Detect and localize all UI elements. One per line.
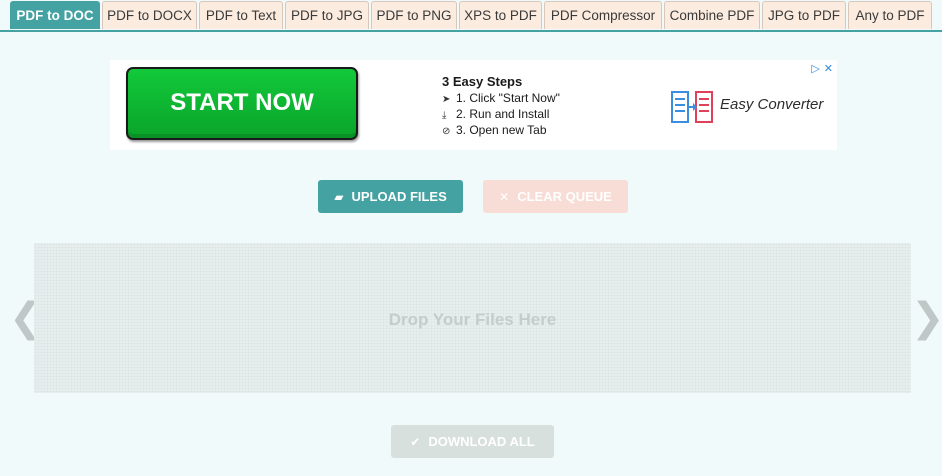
dropzone-text: Drop Your Files Here bbox=[388, 310, 557, 329]
tab-bar: PDF to DOC PDF to DOCX PDF to Text PDF t… bbox=[0, 0, 942, 32]
tab-pdf-to-png[interactable]: PDF to PNG bbox=[371, 1, 457, 29]
tab-pdf-to-docx[interactable]: PDF to DOCX bbox=[102, 1, 197, 29]
ad-choices-icon[interactable]: ▷ bbox=[811, 62, 819, 75]
ad-choices[interactable]: ▷ ✕ bbox=[807, 62, 833, 75]
tab-jpg-to-pdf[interactable]: JPG to PDF bbox=[762, 1, 846, 29]
ad-steps-title: 3 Easy Steps bbox=[442, 74, 523, 89]
clear-queue-button[interactable]: ✕ CLEAR QUEUE bbox=[483, 180, 628, 213]
close-icon[interactable]: ✕ bbox=[824, 62, 833, 75]
ad-step: ⤓ 2. Run and Install bbox=[442, 107, 550, 121]
start-now-button[interactable]: START NOW bbox=[126, 67, 358, 140]
advertisement-banner[interactable]: START NOW 3 Easy Steps ➤ 1. Click "Start … bbox=[110, 60, 837, 150]
tab-pdf-compressor[interactable]: PDF Compressor bbox=[544, 1, 662, 29]
close-icon: ✕ bbox=[499, 190, 510, 204]
brand-logo: Easy Converter bbox=[670, 89, 823, 125]
tab-pdf-to-jpg[interactable]: PDF to JPG bbox=[285, 1, 369, 29]
folder-open-icon: ▰ bbox=[334, 190, 344, 204]
cursor-icon: ➤ bbox=[442, 94, 451, 105]
check-icon: ✔ bbox=[410, 435, 421, 449]
download-all-button[interactable]: ✔ DOWNLOAD ALL bbox=[391, 425, 554, 458]
brand-name: Easy Converter bbox=[720, 96, 824, 113]
ad-step: ➤ 1. Click "Start Now" bbox=[442, 91, 560, 105]
tab-xps-to-pdf[interactable]: XPS to PDF bbox=[459, 1, 542, 29]
tab-any-to-pdf[interactable]: Any to PDF bbox=[848, 1, 932, 29]
next-arrow-icon[interactable]: ❯ bbox=[911, 296, 942, 340]
upload-files-button[interactable]: ▰ UPLOAD FILES bbox=[318, 180, 463, 213]
ad-step: ⊘ 3. Open new Tab bbox=[442, 123, 547, 137]
converter-logo-icon bbox=[671, 91, 713, 123]
ad-steps: 3 Easy Steps ➤ 1. Click "Start Now" ⤓ 2. R… bbox=[442, 74, 560, 139]
tab-combine-pdf[interactable]: Combine PDF bbox=[664, 1, 760, 29]
tab-pdf-to-doc[interactable]: PDF to DOC bbox=[10, 1, 100, 29]
check-circle-icon: ⊘ bbox=[442, 126, 451, 137]
download-icon: ⤓ bbox=[442, 110, 447, 121]
file-dropzone[interactable]: Drop Your Files Here bbox=[34, 243, 911, 393]
tab-pdf-to-text[interactable]: PDF to Text bbox=[199, 1, 283, 29]
